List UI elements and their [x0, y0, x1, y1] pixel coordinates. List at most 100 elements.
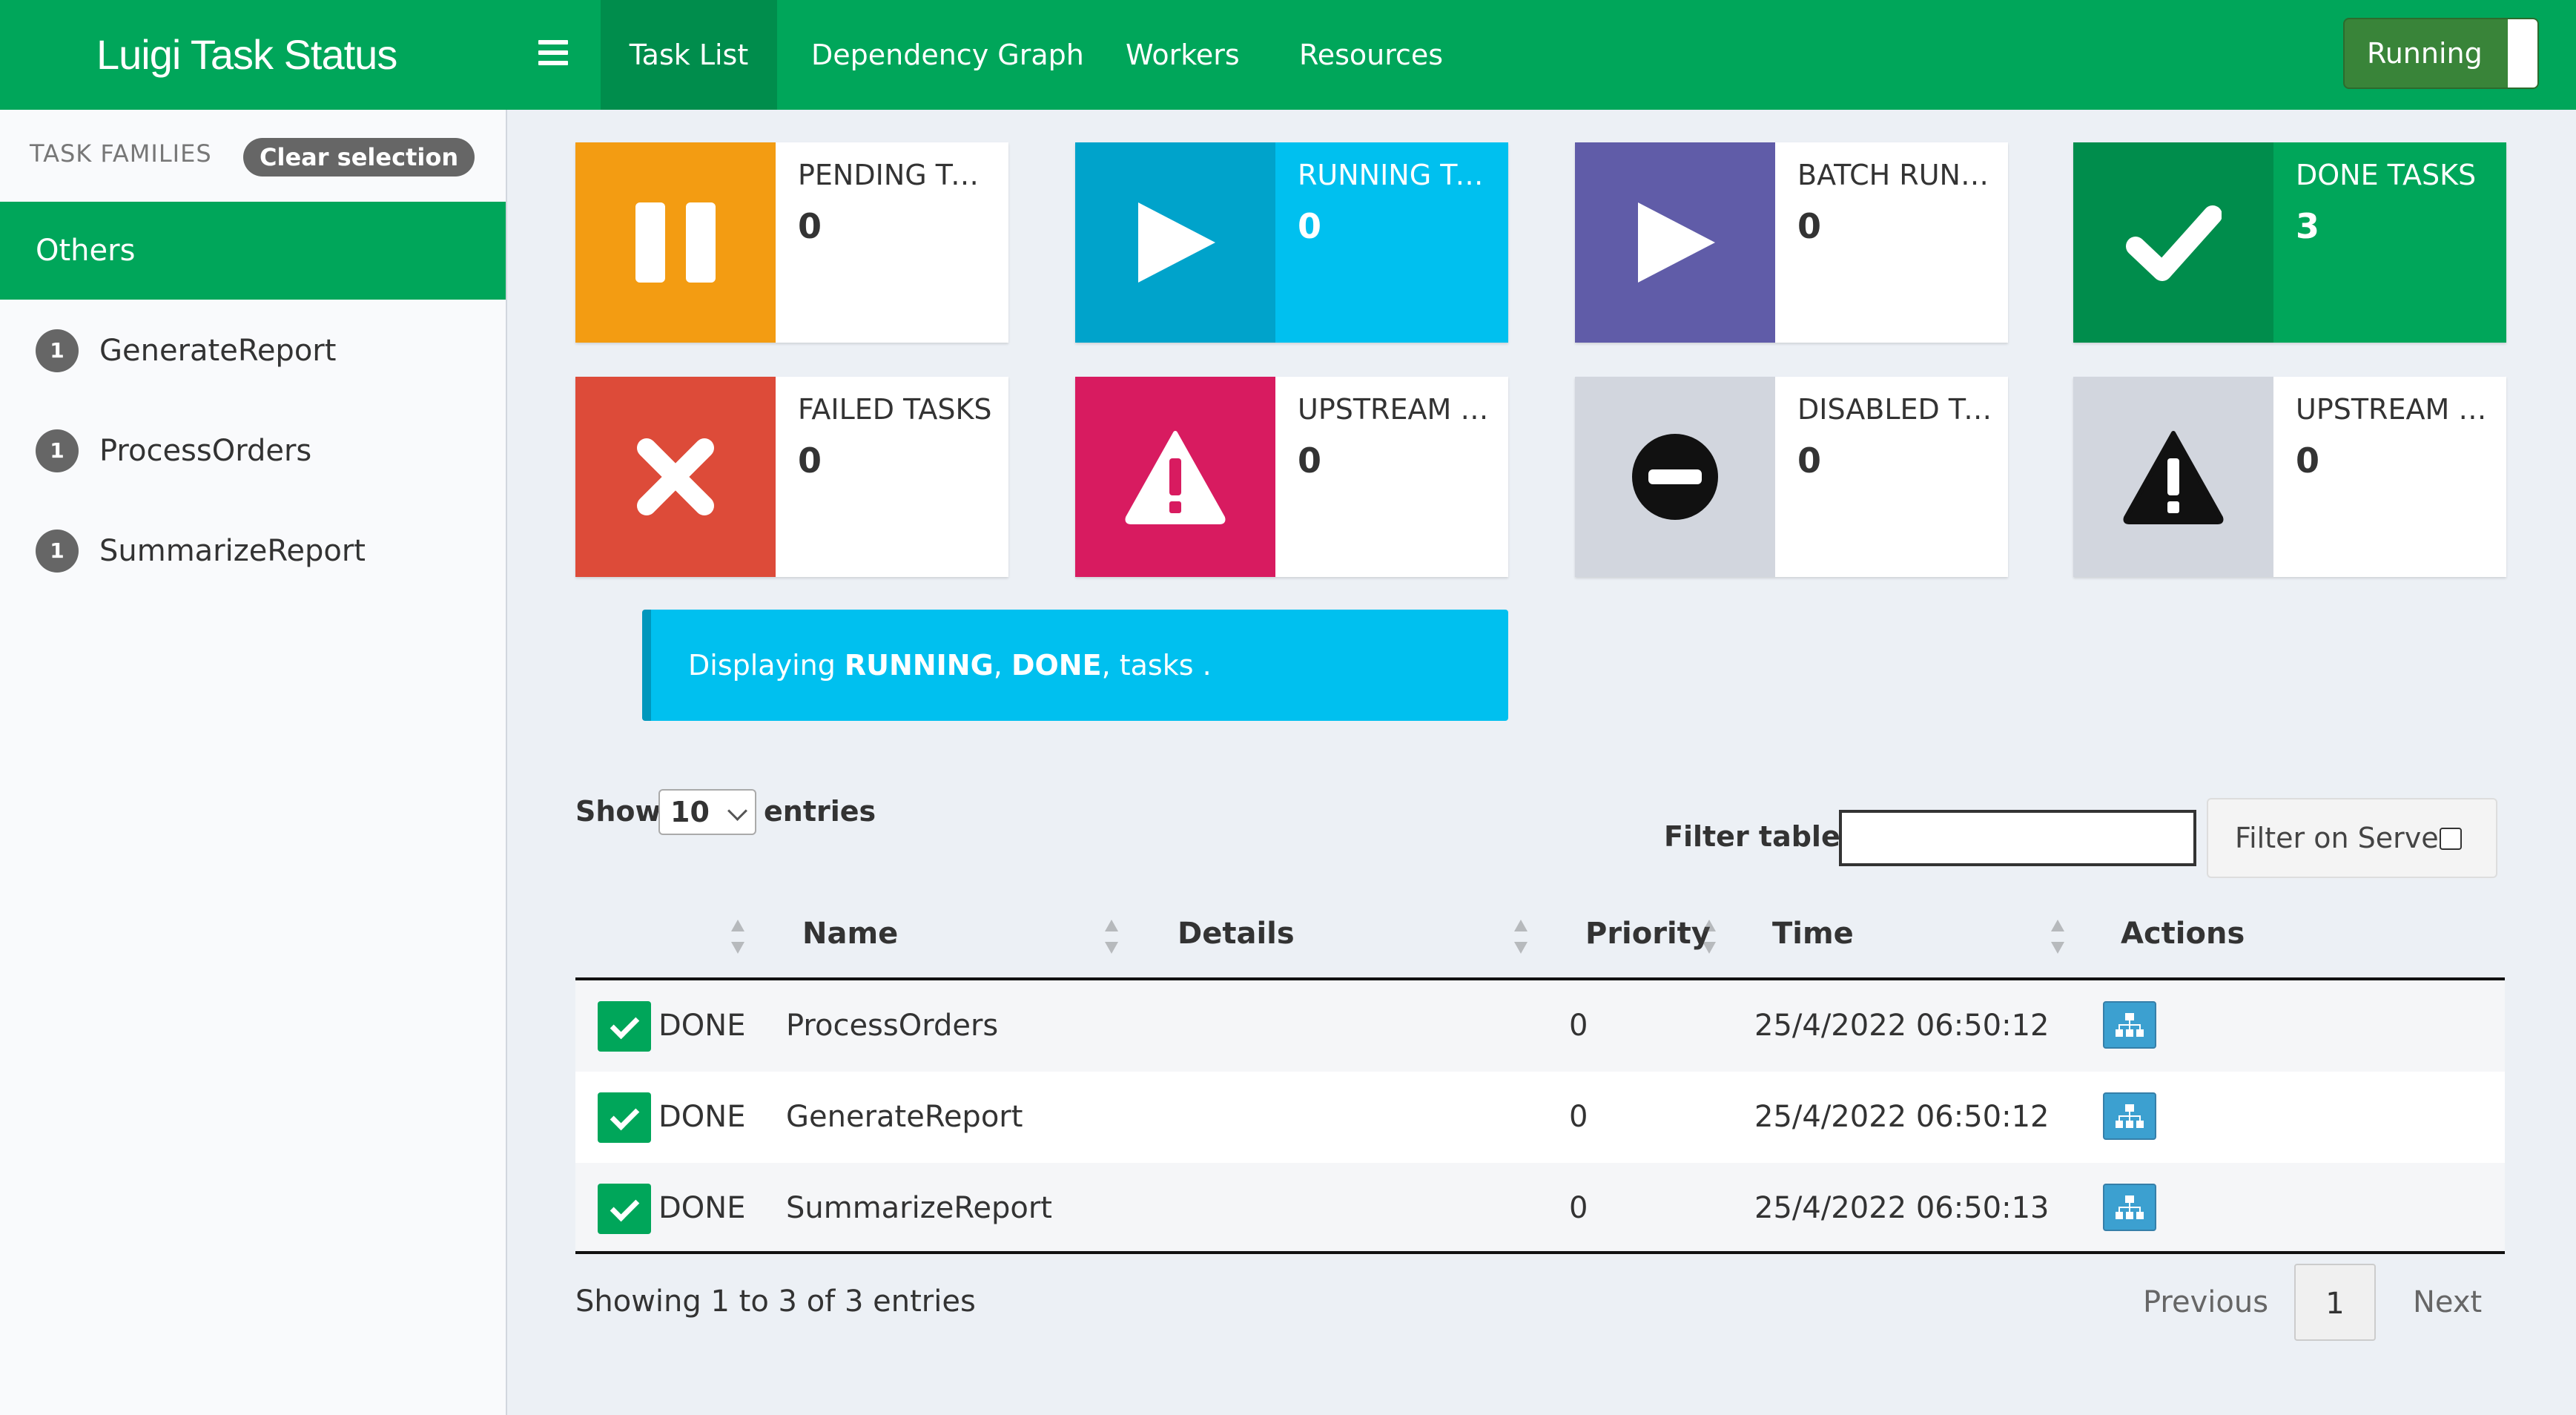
filter-table-input[interactable]: [1839, 810, 2196, 866]
status-label: DONE: [658, 1009, 746, 1043]
task-name: SummarizeReport: [786, 1191, 1052, 1225]
callout-suffix: , tasks .: [1101, 649, 1212, 682]
running-tasks-box[interactable]: RUNNING TASKS 0: [1075, 142, 1508, 343]
task-priority: 0: [1569, 1191, 1588, 1225]
column-header-priority[interactable]: Priority: [1585, 903, 1711, 964]
sort-icon[interactable]: [1105, 920, 1118, 954]
task-time: 25/4/2022 06:50:12: [1754, 1100, 2050, 1134]
sidebar-item-processorders[interactable]: 1 ProcessOrders: [36, 429, 311, 474]
box-label: UPSTREAM DISABLED: [2296, 393, 2491, 426]
box-label: DISABLED TASKS: [1797, 393, 1993, 426]
failed-tasks-box[interactable]: FAILED TASKS 0: [575, 377, 1008, 577]
check-icon: [598, 1184, 651, 1234]
sidebar-group-others[interactable]: Others: [0, 202, 506, 300]
sort-icon[interactable]: [2051, 920, 2064, 954]
task-name: ProcessOrders: [786, 1009, 999, 1043]
nav-dependency-graph[interactable]: Dependency Graph: [811, 0, 1084, 110]
running-status-toggle[interactable]: Running: [2343, 18, 2539, 89]
page-size-value: 10: [670, 796, 710, 828]
count-badge: 1: [36, 429, 79, 472]
sidebar-item-label: GenerateReport: [99, 334, 337, 368]
callout-prefix: Displaying: [688, 649, 845, 682]
box-count: 0: [798, 441, 822, 481]
sort-icon[interactable]: [731, 920, 744, 954]
play-icon: [1075, 142, 1275, 343]
hamburger-menu-icon[interactable]: [538, 40, 568, 70]
filter-on-server-label: Filter on Server: [2235, 822, 2451, 854]
column-header-time[interactable]: Time: [1772, 903, 1854, 964]
times-icon: [575, 377, 776, 577]
box-count: 0: [1298, 441, 1322, 481]
box-count: 0: [2296, 441, 2320, 481]
box-label: UPSTREAM FAILURE: [1298, 393, 1493, 426]
check-icon: [2073, 142, 2273, 343]
task-priority: 0: [1569, 1009, 1588, 1043]
column-header-name[interactable]: Name: [802, 903, 898, 964]
entries-label: entries: [764, 795, 876, 828]
callout-separator: ,: [993, 649, 1011, 682]
done-tasks-box[interactable]: DONE TASKS 3: [2073, 142, 2506, 343]
box-label: FAILED TASKS: [798, 393, 992, 426]
page-size-select[interactable]: 10: [658, 789, 756, 835]
table-bottom-border: [575, 1251, 2505, 1254]
filter-on-server-button[interactable]: Filter on Server: [2207, 798, 2497, 878]
nav-task-list[interactable]: Task List: [601, 0, 777, 110]
nav-resources[interactable]: Resources: [1299, 0, 1443, 110]
check-icon: [598, 1001, 651, 1052]
app-title[interactable]: Luigi Task Status: [96, 0, 397, 110]
task-name: GenerateReport: [786, 1100, 1023, 1134]
sidebar-item-label: ProcessOrders: [99, 434, 312, 468]
box-label: RUNNING TASKS: [1298, 159, 1493, 191]
toggle-knob: [2508, 19, 2537, 88]
callout-status-running: RUNNING: [844, 649, 994, 682]
dependency-graph-button[interactable]: [2103, 1184, 2156, 1231]
check-icon: [598, 1092, 651, 1143]
table-header-row: Name Details Priority Time Actions: [575, 903, 2505, 980]
previous-page-button[interactable]: Previous: [2143, 1264, 2268, 1341]
task-priority: 0: [1569, 1100, 1588, 1134]
dependency-graph-button[interactable]: [2103, 1092, 2156, 1140]
filter-table-label: Filter table:: [1664, 820, 1852, 853]
dependency-graph-button[interactable]: [2103, 1001, 2156, 1049]
box-label: BATCH RUNNING TASKS: [1797, 159, 1993, 191]
table-row: DONE SummarizeReport 0 25/4/2022 06:50:1…: [575, 1163, 2505, 1254]
next-page-button[interactable]: Next: [2413, 1264, 2482, 1341]
task-time: 25/4/2022 06:50:13: [1754, 1191, 2050, 1225]
sort-icon[interactable]: [1703, 920, 1716, 954]
minus-circle-icon: [1575, 377, 1775, 577]
task-time: 25/4/2022 06:50:12: [1754, 1009, 2050, 1043]
status-label: DONE: [658, 1100, 746, 1134]
sidebar: TASK FAMILIES Clear selection Others 1 Ge…: [0, 110, 507, 1415]
nav-workers[interactable]: Workers: [1126, 0, 1240, 110]
chevron-down-icon: [727, 801, 747, 821]
table-row: DONE GenerateReport 0 25/4/2022 06:50:12: [575, 1072, 2505, 1163]
sidebar-item-generatereport[interactable]: 1 GenerateReport: [36, 329, 336, 374]
displaying-status-callout: Displaying RUNNING, DONE, tasks .: [642, 610, 1508, 721]
showing-entries-info: Showing 1 to 3 of 3 entries: [575, 1284, 976, 1319]
sidebar-item-summarizereport[interactable]: 1 SummarizeReport: [36, 530, 366, 574]
task-families-header: TASK FAMILIES: [30, 139, 212, 168]
top-navbar: Luigi Task Status Task List Dependency G…: [0, 0, 2576, 110]
upstream-failure-box[interactable]: UPSTREAM FAILURE 0: [1075, 377, 1508, 577]
sitemap-icon: [2116, 1104, 2144, 1128]
show-label: Show: [575, 795, 661, 828]
filter-on-server-checkbox[interactable]: [2440, 828, 2462, 850]
batch-running-tasks-box[interactable]: BATCH RUNNING TASKS 0: [1575, 142, 2008, 343]
column-header-details[interactable]: Details: [1178, 903, 1295, 964]
box-count: 0: [1298, 206, 1322, 246]
column-header-actions: Actions: [2121, 917, 2245, 951]
sort-icon[interactable]: [1514, 920, 1528, 954]
page-1-button[interactable]: 1: [2294, 1264, 2376, 1341]
pending-tasks-box[interactable]: PENDING TASKS 0: [575, 142, 1008, 343]
box-count: 3: [2296, 206, 2320, 246]
box-count: 0: [1797, 441, 1822, 481]
upstream-disabled-box[interactable]: UPSTREAM DISABLED 0: [2073, 377, 2506, 577]
box-count: 0: [1797, 206, 1822, 246]
clear-selection-button[interactable]: Clear selection: [243, 138, 475, 177]
status-label: DONE: [658, 1191, 746, 1225]
count-badge: 1: [36, 530, 79, 573]
box-label: DONE TASKS: [2296, 159, 2477, 191]
disabled-tasks-box[interactable]: DISABLED TASKS 0: [1575, 377, 2008, 577]
sidebar-item-label: SummarizeReport: [99, 534, 366, 568]
task-table: Name Details Priority Time Actions DONE …: [575, 903, 2505, 1254]
